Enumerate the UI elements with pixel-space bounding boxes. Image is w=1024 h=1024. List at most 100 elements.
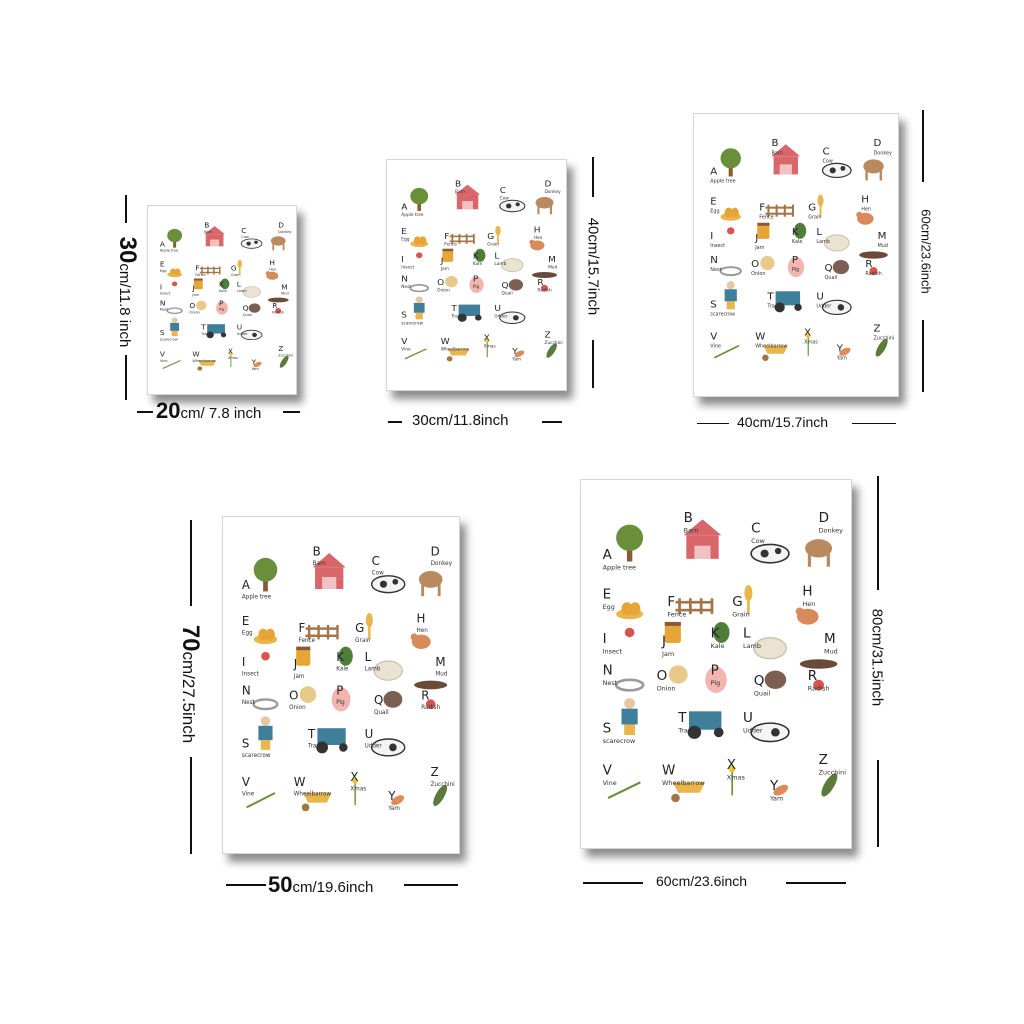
insect-illustration — [727, 227, 735, 235]
alphabet-letter: N — [242, 684, 251, 698]
dim-line-width-60-left — [583, 882, 643, 884]
width-label-30cm: 30cm/11.8inch — [412, 412, 509, 429]
scarecrow-illustration — [724, 281, 737, 310]
hen-illustration — [795, 607, 819, 625]
alphabet-word: Onion — [189, 311, 199, 315]
alphabet-letter: R — [537, 278, 543, 288]
alphabet-letter: R — [808, 669, 817, 684]
alphabet-letter: D — [278, 221, 284, 230]
alphabet-letter: E — [242, 614, 249, 628]
alphabet-word: Wheelbarrow — [294, 791, 332, 797]
alphabet-word: Onion — [289, 705, 306, 711]
height-label-50cm: 70cm/27.5inch — [176, 599, 204, 769]
height-label-60cm: 80cm/31.5inch — [868, 608, 886, 707]
alphabet-artwork: AApple treeBBarn CCowDDonkeyEEgg FFenceGGr… — [710, 138, 894, 362]
alphabet-letter: H — [534, 226, 541, 236]
alphabet-letter: W — [755, 332, 765, 343]
quail-illustration — [248, 303, 261, 313]
width-label-40cm: 40cm/15.7inch — [737, 414, 829, 430]
tree-illustration — [720, 148, 741, 177]
alphabet-letter: V — [242, 775, 251, 789]
onion-illustration — [299, 686, 317, 703]
alphabet-word: Insect — [710, 243, 725, 249]
dim-line-height-30-top — [592, 157, 594, 197]
donkey-illustration — [863, 159, 884, 181]
alphabet-word: Donkey — [819, 527, 844, 535]
alphabet-letter: Y — [251, 358, 257, 367]
tree-illustration — [410, 187, 429, 211]
insect-illustration — [415, 252, 423, 259]
alphabet-word: Nest — [401, 284, 411, 289]
insect-illustration — [624, 627, 635, 638]
donkey-illustration — [805, 539, 833, 567]
alphabet-word: scarecrow — [603, 737, 636, 745]
alphabet-letter: P — [336, 684, 343, 698]
alphabet-letter: M — [281, 283, 287, 292]
dim-line-width-20-right — [283, 411, 300, 413]
alphabet-word: Nest — [160, 308, 169, 312]
alphabet-letter: W — [662, 764, 675, 779]
mud-illustration — [859, 251, 888, 259]
height-label-50cm-unit: cm/27.5inch — [179, 651, 198, 744]
alphabet-word: Cow — [372, 571, 384, 577]
alphabet-letter: A — [401, 203, 407, 213]
insect-illustration — [261, 651, 270, 661]
alphabet-letter: R — [421, 688, 429, 702]
alphabet-word: Quail — [374, 710, 389, 716]
jam-illustration — [664, 621, 681, 643]
scarecrow-illustration — [170, 317, 180, 337]
alphabet-word: Apple tree — [160, 249, 178, 253]
alphabet-word: Donkey — [278, 230, 291, 234]
height-label-20cm-unit: cm/11.8 inch — [116, 263, 133, 348]
onion-illustration — [196, 300, 207, 311]
jam-illustration — [296, 646, 311, 666]
quail-illustration — [508, 279, 524, 291]
alphabet-word: Mud — [281, 292, 289, 296]
alphabet-word: Zucchini — [431, 782, 455, 788]
alphabet-word: Kale — [792, 239, 802, 245]
alphabet-word: Cow — [823, 158, 833, 164]
alphabet-word: Jam — [293, 674, 305, 680]
alphabet-letter: N — [160, 299, 166, 308]
donkey-illustration — [535, 196, 554, 215]
alphabet-word: Xmas — [484, 343, 496, 348]
cow-illustration — [499, 199, 526, 213]
scarecrow-illustration — [413, 296, 425, 320]
alphabet-letter: L — [237, 280, 241, 289]
alphabet-word: Vine — [160, 359, 168, 363]
alphabet-word: Insect — [603, 648, 623, 656]
alphabet-word: Pig — [792, 267, 799, 273]
alphabet-letter: I — [160, 283, 162, 292]
alphabet-letter: D — [431, 544, 440, 558]
alphabet-letter: V — [603, 764, 612, 779]
alphabet-letter: D — [874, 138, 882, 149]
alphabet-letter: Q — [374, 693, 383, 707]
alphabet-word: Yam — [836, 356, 847, 362]
alphabet-word: Cow — [241, 235, 249, 239]
alphabet-letter: P — [711, 664, 719, 679]
nest-illustration — [614, 678, 645, 692]
alphabet-letter: H — [269, 258, 275, 267]
alphabet-letter: E — [710, 197, 716, 208]
mud-illustration — [414, 680, 448, 690]
mud-illustration — [531, 272, 558, 278]
alphabet-letter: N — [603, 664, 613, 679]
alphabet-artwork: AApple treeBBarn CCowDDonkeyEEgg FFenceGGr… — [160, 221, 293, 371]
alphabet-word: Radish — [537, 288, 552, 293]
alphabet-word: Vine — [710, 344, 721, 350]
alphabet-letter: A — [242, 578, 251, 592]
alphabet-letter: X — [484, 334, 490, 344]
alphabet-word: Apple tree — [242, 595, 272, 601]
alphabet-artwork: AApple treeBBarn CCowDDonkeyEEgg FFenceGGr… — [242, 544, 455, 812]
alphabet-letter: H — [417, 612, 426, 626]
alphabet-word: Apple tree — [710, 179, 735, 185]
width-label-50cm-unit: cm/19.6inch — [292, 879, 374, 896]
alphabet-word: Tractor — [307, 743, 328, 749]
alphabet-word: Xmas — [727, 774, 746, 782]
alphabet-word: Egg — [401, 237, 410, 242]
alphabet-word: Vine — [603, 779, 617, 787]
alphabet-letter: X — [228, 347, 233, 356]
alphabet-letter: T — [450, 304, 457, 314]
alphabet-letter: I — [603, 632, 607, 647]
alphabet-word: Udder — [365, 743, 383, 749]
